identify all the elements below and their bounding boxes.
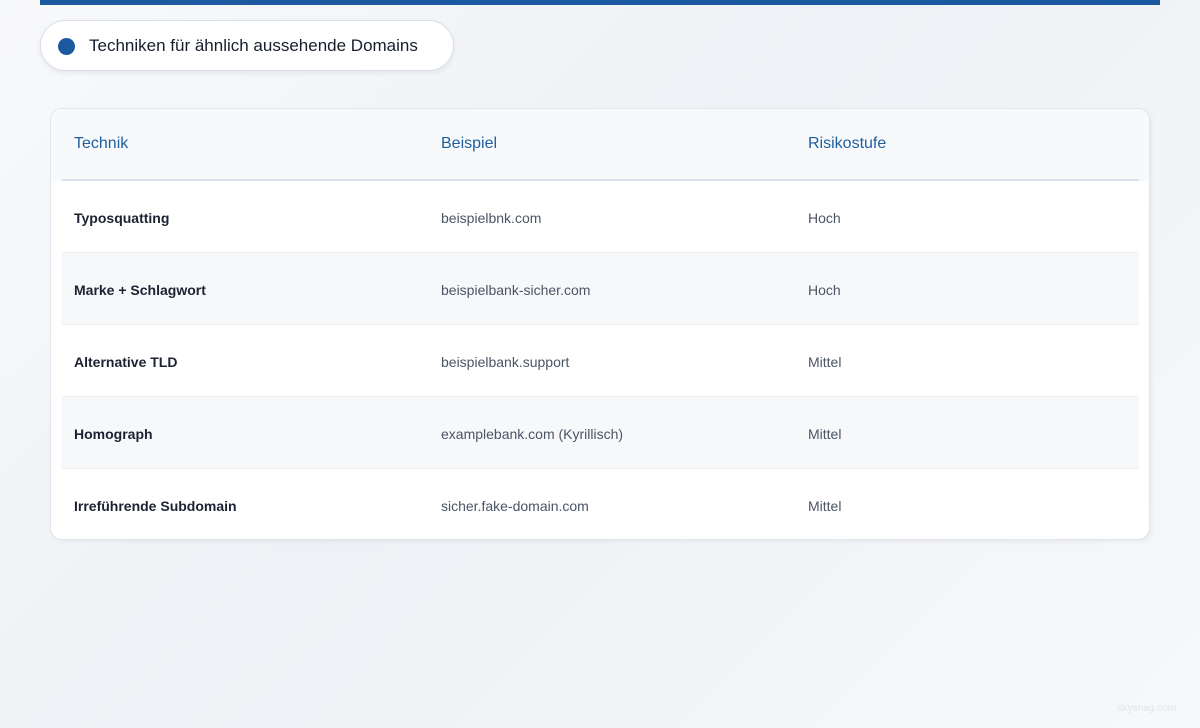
risk-cell: Mittel xyxy=(808,426,842,442)
risk-cell: Mittel xyxy=(808,354,842,370)
example-cell: beispielbank.support xyxy=(441,354,570,370)
technique-cell: Homograph xyxy=(74,426,153,442)
column-header-technique: Technik xyxy=(74,135,129,152)
technique-cell: Marke + Schlagwort xyxy=(74,282,206,298)
example-cell: beispielbank-sicher.com xyxy=(441,282,591,298)
risk-cell: Hoch xyxy=(808,282,841,298)
top-accent-bar xyxy=(40,0,1160,5)
technique-cell: Typosquatting xyxy=(74,210,170,226)
techniques-table: Technik Beispiel Risikostufe Typosquatti… xyxy=(50,108,1150,540)
table-row: Alternative TLD beispielbank.support Mit… xyxy=(62,325,1139,397)
table-header: Technik Beispiel Risikostufe xyxy=(51,109,1149,181)
example-cell: examplebank.com (Kyrillisch) xyxy=(441,426,624,442)
column-header-risk: Risikostufe xyxy=(808,135,887,152)
table-row: Typosquatting beispielbnk.com Hoch xyxy=(62,181,1139,253)
risk-cell: Mittel xyxy=(808,498,842,514)
risk-cell: Hoch xyxy=(808,210,841,226)
technique-cell: Irreführende Subdomain xyxy=(74,498,237,514)
title-bullet-icon xyxy=(58,38,75,55)
table-row: Irreführende Subdomain sicher.fake-domai… xyxy=(62,469,1139,539)
table-row: Marke + Schlagwort beispielbank-sicher.c… xyxy=(62,253,1139,325)
page-title: Techniken für ähnlich aussehende Domains xyxy=(89,36,418,55)
example-cell: sicher.fake-domain.com xyxy=(441,498,589,514)
watermark-text: skysnag.com xyxy=(1117,703,1176,714)
example-cell: beispielbnk.com xyxy=(441,210,542,226)
table-row: Homograph examplebank.com (Kyrillisch) M… xyxy=(62,397,1139,469)
technique-cell: Alternative TLD xyxy=(74,354,178,370)
section-title-pill: Techniken für ähnlich aussehende Domains xyxy=(40,20,454,71)
column-header-example: Beispiel xyxy=(441,135,498,152)
